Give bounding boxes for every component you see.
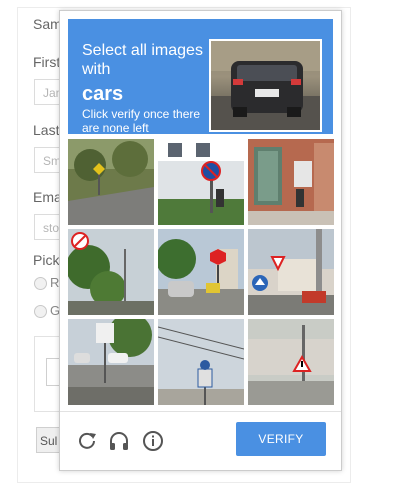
sample-car-image (209, 39, 322, 132)
captcha-target-word: cars (82, 83, 124, 105)
captcha-instruction: Select all images with (82, 42, 203, 78)
image-tile-3[interactable] (248, 139, 334, 225)
last-name-label: Last (33, 122, 60, 138)
image-tile-7[interactable] (68, 319, 154, 405)
first-name-label: First (33, 54, 61, 70)
captcha-challenge: Select all images with cars Click verify… (59, 10, 342, 471)
image-grid (68, 139, 334, 405)
email-label: Ema (33, 189, 62, 205)
image-tile-9[interactable] (248, 319, 334, 405)
sample-label: Sam (33, 16, 62, 32)
radio-option-1[interactable] (34, 277, 47, 290)
image-tile-2[interactable] (158, 139, 244, 225)
pick-label: Pick (33, 252, 60, 268)
captcha-header: Select all images with cars Click verify… (68, 19, 333, 135)
refresh-icon[interactable] (76, 430, 98, 452)
image-tile-4[interactable] (68, 229, 154, 315)
footer-divider (60, 411, 341, 412)
verify-button[interactable]: VERIFY (236, 422, 326, 456)
image-tile-5[interactable] (158, 229, 244, 315)
image-tile-6[interactable] (248, 229, 334, 315)
radio-option-1-label: R (50, 275, 60, 290)
embedded-widget-checkbox[interactable] (46, 358, 60, 386)
info-icon[interactable] (142, 430, 164, 452)
image-tile-8[interactable] (158, 319, 244, 405)
headphones-icon[interactable] (108, 430, 130, 452)
image-tile-1[interactable] (68, 139, 154, 225)
radio-option-2[interactable] (34, 305, 47, 318)
captcha-subtext: Click verify once there are none left (82, 107, 201, 135)
